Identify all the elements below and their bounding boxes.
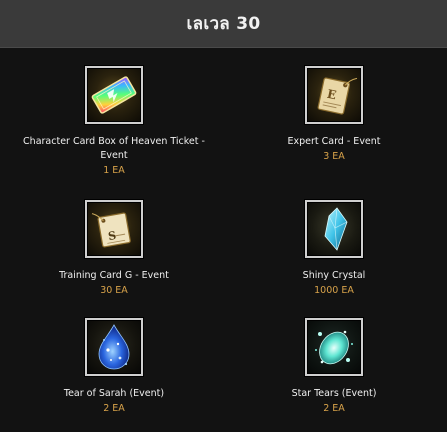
reward-name: Expert Card - Event (287, 136, 381, 147)
reward-quantity: 30 EA (100, 285, 128, 296)
reward-quantity: 2 EA (103, 403, 125, 414)
reward-item[interactable]: E Expert Card - Event 3 EA (234, 66, 434, 186)
level-header: เลเวล 30 (0, 0, 447, 48)
reward-quantity: 3 EA (323, 151, 345, 162)
reward-item[interactable]: Tear of Sarah (Event) 2 EA (14, 318, 214, 418)
rainbow-ticket-icon (85, 66, 143, 124)
training-card-icon: S (85, 200, 143, 258)
rewards-panel: Character Card Box of Heaven Ticket - Ev… (0, 48, 447, 432)
reward-item[interactable]: Character Card Box of Heaven Ticket - Ev… (14, 66, 214, 186)
shiny-crystal-icon (305, 200, 363, 258)
reward-quantity: 1000 EA (314, 285, 354, 296)
reward-item[interactable]: S Training Card G - Event 30 EA (14, 200, 214, 300)
reward-name: Shiny Crystal (302, 270, 366, 281)
reward-quantity: 1 EA (103, 165, 125, 176)
reward-name: Star Tears (Event) (291, 388, 377, 399)
reward-quantity: 2 EA (323, 403, 345, 414)
reward-name: Tear of Sarah (Event) (63, 388, 165, 399)
reward-name: Character Card Box of Heaven Ticket - Ev… (23, 136, 205, 161)
star-tears-icon (305, 318, 363, 376)
expert-card-icon: E (305, 66, 363, 124)
blue-tear-icon (85, 318, 143, 376)
reward-item[interactable]: Star Tears (Event) 2 EA (234, 318, 434, 418)
level-title: เลเวล 30 (186, 14, 261, 34)
reward-name: Training Card G - Event (59, 270, 169, 281)
reward-item[interactable]: Shiny Crystal 1000 EA (234, 200, 434, 300)
